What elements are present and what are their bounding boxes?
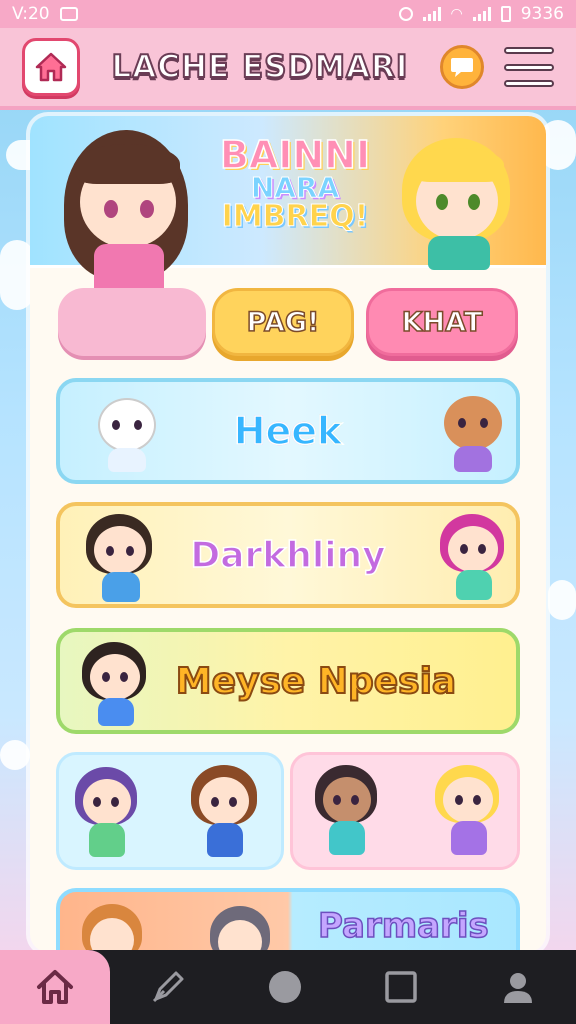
nav-home-button[interactable]	[0, 950, 110, 1024]
nav-circle-button[interactable]	[227, 969, 344, 1005]
category-label: Heek	[233, 408, 343, 454]
character-illustration	[433, 763, 503, 861]
cat-character-illustration	[92, 392, 162, 472]
home-icon	[37, 970, 73, 1004]
status-time: V:20	[12, 4, 50, 24]
battery-level: 9336	[520, 4, 564, 24]
character-illustration	[208, 904, 272, 952]
character-illustration	[80, 640, 150, 728]
character-illustration	[398, 132, 518, 270]
category-label: Parmaris	[317, 905, 489, 947]
bear-character-illustration	[438, 390, 508, 474]
character-illustration	[313, 763, 381, 861]
signal-icon	[422, 7, 441, 21]
main-panel: BAINNI NARA IMBREQ! PAG! KHAT Heek Darkh…	[30, 116, 546, 952]
character-illustration	[189, 763, 261, 863]
category-card-parmaris[interactable]: Parmaris	[56, 888, 520, 952]
page-title: LACHE ESDMARI	[111, 48, 409, 86]
profile-icon	[503, 973, 532, 1003]
banner-title-line3: IMBREQ!	[221, 199, 369, 234]
nav-square-button[interactable]	[343, 969, 460, 1005]
category-label: Meyse Npesia	[175, 660, 457, 703]
chat-bubble-icon	[450, 58, 473, 77]
menu-button[interactable]	[503, 47, 554, 87]
category-label: Darkhliny	[190, 534, 387, 577]
banner-title-line2: NARA	[250, 171, 340, 204]
gallery-icon	[59, 7, 78, 21]
alarm-icon	[398, 7, 413, 21]
edit-icon	[153, 971, 184, 1003]
nav-edit-button[interactable]	[110, 969, 227, 1005]
circle-icon	[268, 971, 301, 1003]
cloud-decoration	[0, 240, 34, 310]
wifi-icon: ◠	[450, 6, 463, 22]
character-illustration	[438, 512, 508, 602]
square-icon	[385, 971, 417, 1003]
character-card[interactable]	[56, 752, 284, 870]
bottom-navigation	[0, 950, 576, 1024]
category-card-heek[interactable]: Heek	[56, 378, 520, 484]
cloud-decoration	[0, 740, 30, 770]
battery-icon	[500, 6, 511, 22]
cloud-decoration	[548, 580, 576, 620]
character-illustration	[80, 902, 144, 952]
home-icon	[35, 52, 67, 82]
nav-profile-button[interactable]	[460, 970, 576, 1004]
character-button[interactable]	[58, 288, 206, 356]
chat-button[interactable]	[439, 45, 484, 89]
pag-button[interactable]: PAG!	[212, 288, 354, 356]
status-bar: V:20 ◠ 9336	[0, 0, 576, 28]
hero-banner: BAINNI NARA IMBREQ!	[30, 116, 546, 320]
signal-icon	[472, 7, 491, 21]
category-card-meyse-npesia[interactable]: Meyse Npesia	[56, 628, 520, 734]
banner-title-line1: BAINNI	[219, 133, 371, 177]
app-header: LACHE ESDMARI	[0, 28, 576, 110]
khat-button[interactable]: KHAT	[366, 288, 518, 356]
character-illustration	[73, 765, 141, 861]
menu-icon	[503, 47, 554, 54]
character-card[interactable]	[290, 752, 520, 870]
action-button-row: PAG! KHAT	[30, 288, 546, 360]
category-card-darkhliny[interactable]: Darkhliny	[56, 502, 520, 608]
home-button[interactable]	[22, 38, 80, 96]
banner-title: BAINNI NARA IMBREQ!	[210, 133, 380, 234]
character-grid-row	[56, 752, 520, 870]
character-illustration	[82, 512, 162, 602]
